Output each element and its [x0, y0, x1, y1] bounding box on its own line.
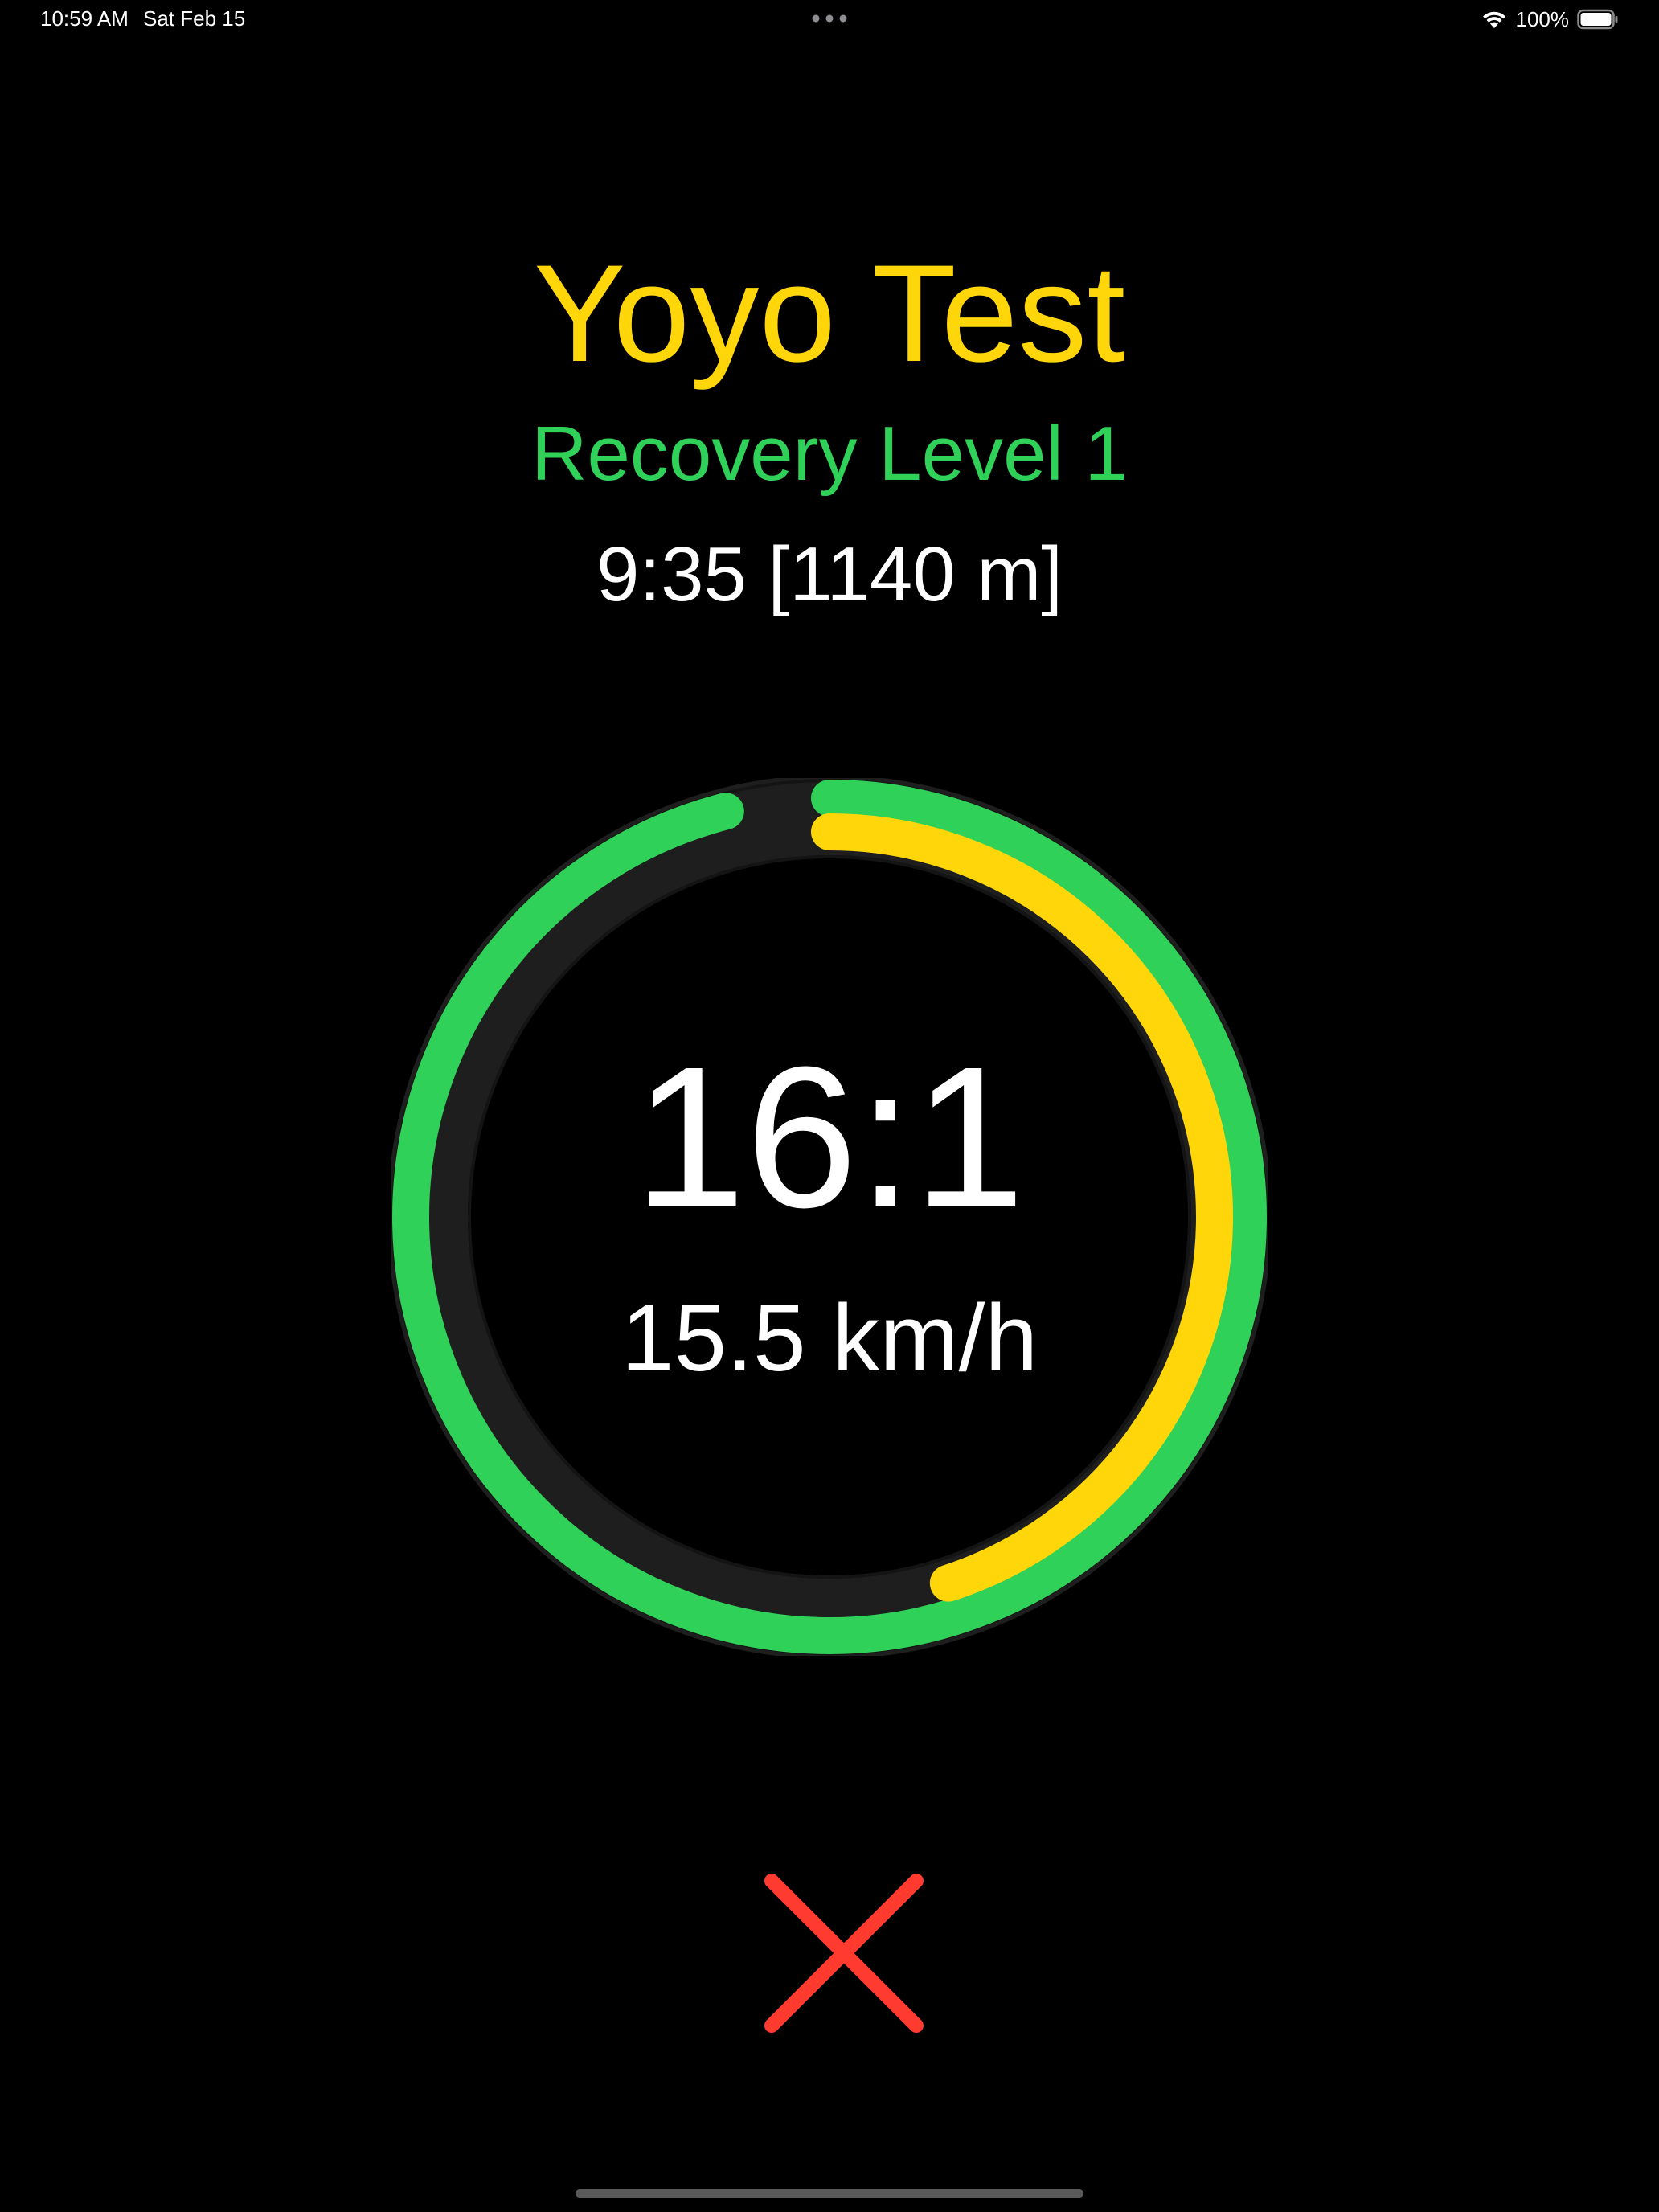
- status-date: Sat Feb 15: [143, 6, 246, 31]
- status-bar: 10:59 AM Sat Feb 15 100%: [0, 0, 1659, 40]
- status-time: 10:59 AM: [40, 6, 129, 31]
- status-indicators: 100%: [1481, 6, 1620, 32]
- stop-button[interactable]: [756, 1865, 932, 2042]
- battery-percent: 100%: [1515, 6, 1570, 31]
- battery-icon: [1577, 9, 1618, 30]
- level-subtitle: Recovery Level 1: [531, 411, 1128, 497]
- level-shuttle-label: 16:1: [633, 1025, 1026, 1249]
- wifi-icon: [1482, 11, 1505, 28]
- elapsed-readout: 9:35 [1140 m]: [596, 531, 1063, 617]
- speed-label: 15.5 km/h: [621, 1285, 1038, 1391]
- multitask-dots-icon[interactable]: [812, 14, 847, 23]
- page-title: Yoyo Test: [533, 236, 1126, 391]
- home-indicator[interactable]: [576, 2189, 1083, 2198]
- close-icon: [764, 1874, 924, 2033]
